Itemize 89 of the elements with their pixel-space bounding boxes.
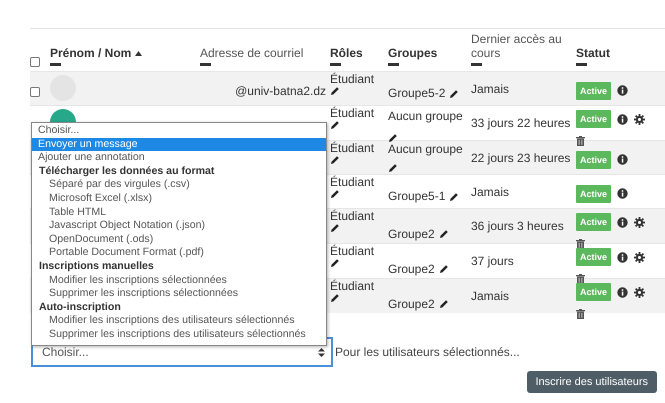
group-text: Groupe5-2 xyxy=(388,87,446,100)
option-group-label: Auto-inscription xyxy=(38,300,122,314)
pencil-icon[interactable] xyxy=(330,223,340,233)
select-all-checkbox[interactable] xyxy=(30,57,40,67)
collapse-icon[interactable] xyxy=(50,63,61,67)
column-header[interactable]: Rôles xyxy=(330,46,363,60)
dropdown-option[interactable]: Envoyer un message xyxy=(32,138,326,152)
pencil-icon[interactable] xyxy=(330,155,340,165)
group-text: Aucun groupe xyxy=(388,143,463,156)
role-text: Étudiant xyxy=(330,176,374,189)
enrol-users-button[interactable]: Inscrire des utilisateurs xyxy=(526,371,657,393)
info-icon[interactable] xyxy=(617,216,628,228)
collapse-icon[interactable] xyxy=(330,63,341,67)
info-icon[interactable] xyxy=(617,252,628,262)
group-text: Groupe2 xyxy=(388,228,435,240)
settings-icon[interactable] xyxy=(634,216,646,228)
info-icon[interactable] xyxy=(617,188,628,199)
last-access-text: 36 jours 3 heures xyxy=(471,219,564,233)
column-header[interactable]: Prénom / Nom xyxy=(50,46,132,60)
status-badge: Active xyxy=(576,283,612,301)
info-icon[interactable] xyxy=(617,85,628,96)
pencil-icon[interactable] xyxy=(449,192,460,202)
status-badge: Active xyxy=(576,184,612,202)
trash-icon[interactable] xyxy=(576,136,585,146)
pencil-icon[interactable] xyxy=(330,258,340,268)
last-access-text: 33 jours 22 heures xyxy=(471,116,570,130)
bulk-action-label: Pour les utilisateurs sélectionnés... xyxy=(335,345,520,359)
last-access-text: 37 jours xyxy=(471,254,514,268)
status-badge: Active xyxy=(576,82,612,100)
pencil-icon[interactable] xyxy=(330,293,340,303)
column-header[interactable]: Groupes xyxy=(388,46,438,60)
collapse-icon[interactable] xyxy=(388,63,399,67)
settings-icon[interactable] xyxy=(634,286,646,298)
settings-icon[interactable] xyxy=(634,114,646,124)
sort-icon[interactable] xyxy=(135,50,142,56)
status-badge: Active xyxy=(576,150,612,168)
status-badge: Active xyxy=(576,248,612,266)
status-badge: Active xyxy=(576,213,612,231)
collapse-icon[interactable] xyxy=(576,63,587,67)
pencil-icon[interactable] xyxy=(438,264,449,274)
pencil-icon[interactable] xyxy=(449,88,460,98)
pencil-icon[interactable] xyxy=(330,120,340,130)
pencil-icon[interactable] xyxy=(438,299,449,309)
dropdown-option[interactable]: Choisir... xyxy=(32,124,326,138)
info-icon[interactable] xyxy=(617,114,628,124)
dropdown-option[interactable]: Microsoft Excel (.xlsx) xyxy=(32,192,326,206)
dropdown-option[interactable]: Supprimer les inscriptions sélectionnées xyxy=(32,287,326,301)
pencil-icon[interactable] xyxy=(330,86,340,96)
role-text: Étudiant xyxy=(330,142,374,155)
last-access-text: Jamais xyxy=(471,289,510,303)
role-text: Étudiant xyxy=(330,245,374,258)
last-access-text: 22 jours 23 heures xyxy=(471,151,570,165)
dropdown-option[interactable]: Modifier les inscriptions des utilisateurs sélectionnés xyxy=(32,314,326,328)
option-group-label: Inscriptions manuelles xyxy=(38,260,155,274)
option-group-label: Télécharger les données au format xyxy=(38,164,216,178)
pencil-icon[interactable] xyxy=(388,133,398,143)
collapse-icon[interactable] xyxy=(200,63,211,67)
role-text: Étudiant xyxy=(330,280,374,293)
last-access-text: Jamais xyxy=(471,82,510,96)
pencil-icon[interactable] xyxy=(330,189,340,199)
last-access-text: Jamais xyxy=(471,185,510,199)
row-checkbox[interactable] xyxy=(30,87,40,97)
settings-icon[interactable] xyxy=(634,252,646,262)
dropdown-option[interactable]: Javascript Object Notation (.json) xyxy=(32,219,326,233)
role-text: Étudiant xyxy=(330,107,374,120)
role-text: Étudiant xyxy=(330,210,374,223)
dropdown-option[interactable]: OpenDocument (.ods) xyxy=(32,232,326,246)
column-header[interactable]: Adresse de courriel xyxy=(200,46,304,60)
group-text: Groupe5-1 xyxy=(388,190,446,203)
info-icon[interactable] xyxy=(617,154,628,165)
role-text: Étudiant xyxy=(330,73,374,86)
dropdown-option[interactable]: Séparé par des virgules (.csv) xyxy=(32,178,326,192)
group-text: Groupe2 xyxy=(388,298,435,310)
pencil-icon[interactable] xyxy=(388,162,398,173)
info-icon[interactable] xyxy=(617,286,628,298)
pencil-icon[interactable] xyxy=(438,229,449,239)
collapse-icon[interactable] xyxy=(471,63,482,67)
column-header[interactable]: Statut xyxy=(576,46,610,60)
group-text: Groupe2 xyxy=(388,262,435,276)
select-arrows-icon xyxy=(318,348,325,356)
status-badge: Active xyxy=(576,110,612,128)
dropdown-option[interactable]: Modifier les inscriptions sélectionnées xyxy=(32,274,326,288)
dropdown-option[interactable]: Portable Document Format (.pdf) xyxy=(32,246,326,260)
group-text: Aucun groupe xyxy=(388,110,463,123)
trash-icon[interactable] xyxy=(576,309,585,319)
column-header[interactable]: Dernier accès au cours xyxy=(471,32,572,60)
dropdown-option[interactable]: Table HTML xyxy=(32,206,326,220)
dropdown-option[interactable]: Ajouter une annotation xyxy=(32,151,326,165)
email-text: @univ-batna2.dz xyxy=(235,84,326,98)
